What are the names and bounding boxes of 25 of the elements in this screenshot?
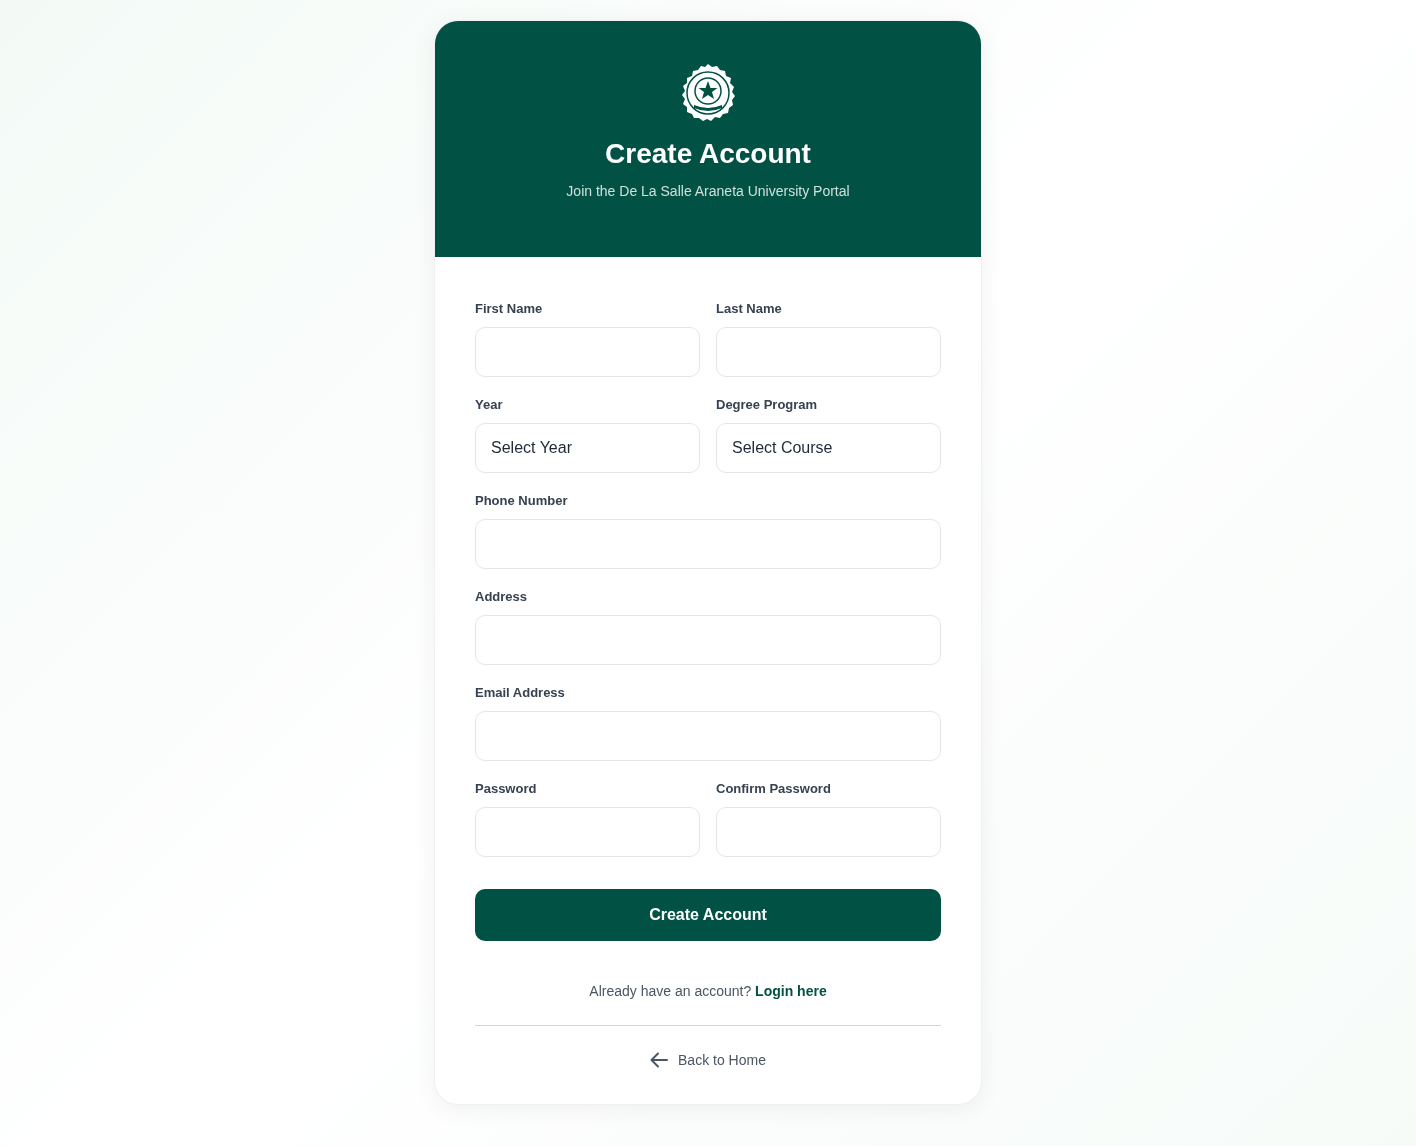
create-account-button[interactable]: Create Account (475, 889, 941, 941)
page-subtitle: Join the De La Salle Araneta University Portal (566, 183, 850, 199)
password-field[interactable] (716, 807, 941, 857)
field-label: Degree Program (716, 397, 819, 413)
input-field[interactable] (475, 519, 941, 569)
field-label: Last Name (716, 301, 783, 317)
field-label: Password (475, 781, 538, 797)
field-label: Phone Number (475, 493, 569, 509)
field-label: First Name (475, 301, 544, 317)
page-title: Create Account (605, 137, 811, 171)
password-field[interactable] (475, 807, 700, 857)
input-field[interactable] (716, 327, 941, 377)
back-to-home-link[interactable]: Back to Home (650, 1052, 766, 1068)
input-field[interactable] (475, 711, 941, 761)
login-link[interactable]: Login here (755, 983, 827, 999)
login-prompt: Already have an account? Login here (588, 983, 828, 999)
field-label: Confirm Password (716, 781, 832, 797)
select-field[interactable]: Select Year (475, 423, 700, 473)
back-arrow-icon (650, 1052, 669, 1068)
field-label: Email Address (475, 685, 566, 701)
field-label: Year (475, 397, 504, 413)
input-field[interactable] (475, 615, 941, 665)
input-field[interactable] (475, 327, 700, 377)
select-field[interactable]: Select Course (716, 423, 941, 473)
field-label: Address (475, 589, 529, 605)
